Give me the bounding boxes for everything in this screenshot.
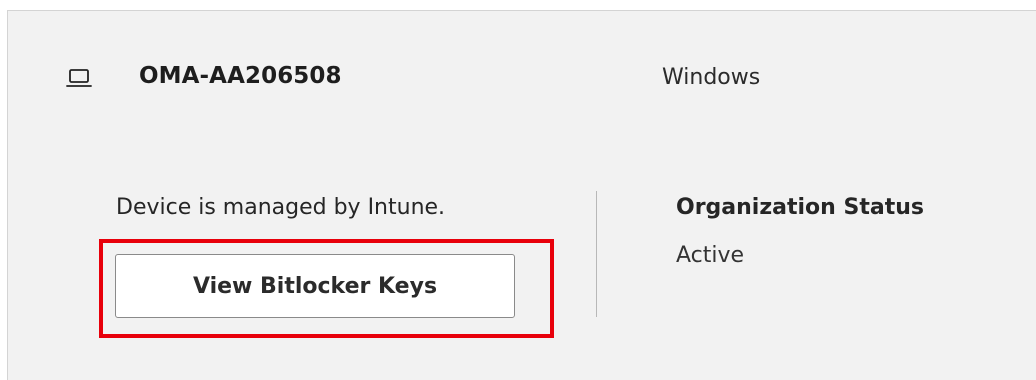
device-card: OMA-AA206508 Windows Device is managed b… — [7, 10, 1036, 380]
laptop-icon — [66, 69, 92, 87]
view-bitlocker-keys-button[interactable]: View Bitlocker Keys — [115, 254, 515, 318]
device-name: OMA-AA206508 — [139, 63, 342, 89]
management-status-text: Device is managed by Intune. — [116, 195, 446, 220]
section-divider — [596, 191, 597, 317]
device-os: Windows — [662, 65, 761, 90]
organization-status-label: Organization Status — [676, 195, 924, 220]
organization-status-value: Active — [676, 243, 745, 268]
